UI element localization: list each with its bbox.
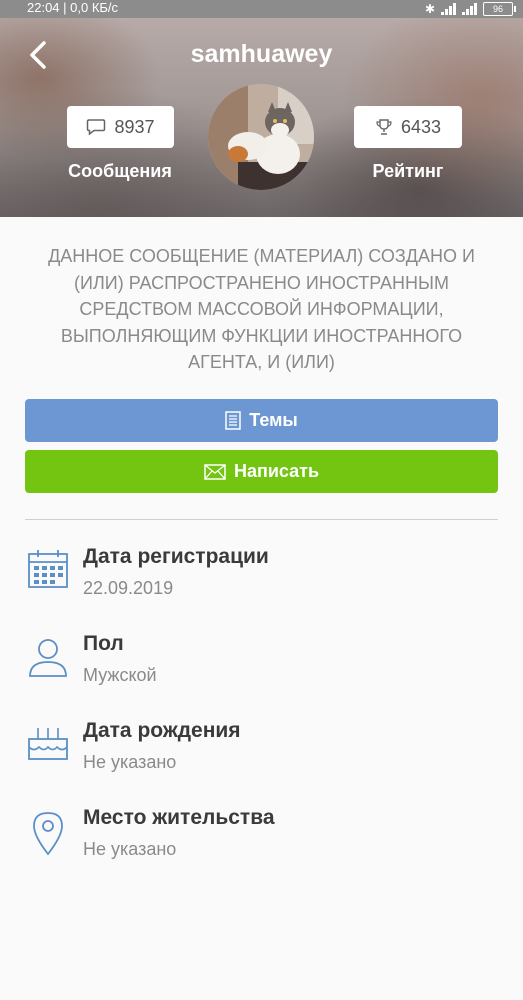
info-title: Пол (83, 632, 124, 655)
envelope-icon (204, 463, 226, 480)
foreign-agent-notice: ДАННОЕ СООБЩЕНИЕ (МАТЕРИАЛ) СОЗДАНО И (И… (48, 246, 475, 372)
messages-label: Сообщения (68, 161, 172, 181)
topics-button-label: Темы (249, 410, 298, 430)
info-title: Место жительства (83, 806, 275, 829)
chat-bubble-icon (87, 119, 106, 136)
write-message-button[interactable]: Написать (25, 450, 498, 493)
info-birth-date: Дата рождения Не указано (25, 719, 505, 781)
profile-username: samhuawey (190, 40, 333, 68)
trophy-icon (376, 119, 392, 135)
profile-header: samhuawey 8937 Сообщения 6433 Рейтинг (0, 18, 523, 217)
messages-count: 8937 (114, 116, 155, 137)
info-value: 22.09.2019 (83, 578, 174, 598)
calendar-icon (25, 545, 71, 591)
info-value: Мужской (83, 665, 157, 685)
battery-icon: 96 (483, 2, 516, 16)
bluetooth-icon: ✱ (424, 2, 435, 16)
info-gender: Пол Мужской (25, 632, 505, 694)
signal-icon (441, 3, 456, 15)
person-icon (25, 632, 71, 678)
location-pin-icon (25, 806, 71, 856)
cake-icon (25, 719, 71, 765)
info-title: Дата регистрации (83, 545, 269, 568)
write-button-label: Написать (233, 461, 320, 481)
rating-count-box[interactable]: 6433 (354, 106, 462, 148)
info-value: Не указано (83, 752, 177, 772)
rating-count: 6433 (400, 116, 442, 137)
info-title: Дата рождения (83, 719, 241, 742)
info-value: Не указано (83, 839, 177, 859)
info-residence: Место жительства Не указано (25, 806, 505, 868)
status-time-speed: 22:04 | 0,0 КБ/с (27, 0, 119, 15)
topics-button[interactable]: Темы (25, 399, 498, 442)
status-bar: 22:04 | 0,0 КБ/с ✱ 96 (0, 0, 523, 18)
rating-label: Рейтинг (372, 161, 444, 181)
signal-icon-2 (462, 3, 477, 15)
messages-count-box[interactable]: 8937 (67, 106, 174, 148)
avatar (208, 84, 314, 190)
document-list-icon (225, 411, 241, 430)
divider (25, 519, 498, 520)
info-registration-date: Дата регистрации 22.09.2019 (25, 545, 505, 607)
